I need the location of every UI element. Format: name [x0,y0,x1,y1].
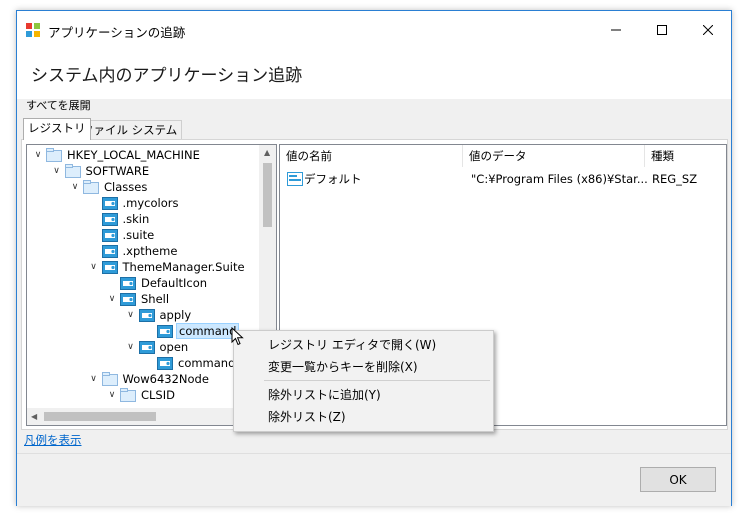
menu-separator [264,380,490,381]
scroll-left-icon[interactable]: ◀ [31,412,37,421]
menu-item-open-in-regedit[interactable]: レジストリ エディタで開く(W) [235,334,492,356]
tree-node-label: DefaultIcon [141,276,208,290]
header-panel: システム内のアプリケーション追跡 [17,49,731,99]
tree-node-label: Shell [141,292,170,306]
registry-key-icon [138,309,155,322]
tree-node-label: Classes [104,180,148,194]
footer-bar: OK [17,453,731,506]
tab-registry[interactable]: レジストリ [23,118,91,140]
chevron-down-icon[interactable]: ∨ [89,371,99,387]
registry-key-icon [157,357,173,370]
chevron-down-icon[interactable]: ∨ [89,259,99,275]
menu-item-exclusion-list[interactable]: 除外リスト(Z) [235,406,492,428]
tree-node[interactable]: .suite [27,227,259,243]
tree-vertical-scroll-thumb[interactable] [263,163,272,227]
expand-all-button[interactable]: すべてを展開 [26,97,91,113]
tree-node-label: .suite [122,228,155,242]
tree-node[interactable]: ∨ ThemeManager.Suite [27,259,259,275]
tree-node[interactable]: ∨ apply [27,307,259,323]
registry-key-icon [101,245,118,258]
tree-horizontal-scrollbar[interactable]: ◀ [27,408,259,425]
tree-node-label: open [159,340,189,354]
tree-node-label: .skin [122,212,150,226]
tree-node[interactable]: ∨ open [27,339,259,355]
registry-key-icon [120,277,136,290]
tree-node-label: CLSID [141,388,175,402]
registry-key-icon [101,261,118,274]
registry-folder-icon [46,148,62,162]
registry-key-icon [101,229,118,242]
tree-node[interactable]: ∨ SOFTWARE [27,163,259,179]
registry-key-icon [138,341,155,354]
chevron-down-icon[interactable]: ∨ [126,339,136,355]
close-icon [703,25,713,35]
tree-node[interactable]: .mycolors [27,195,259,211]
chevron-down-icon[interactable]: ∨ [107,291,117,307]
chevron-down-icon[interactable]: ∨ [70,179,80,195]
menu-item-add-to-exclusions[interactable]: 除外リストに追加(Y) [235,384,492,406]
title-bar: アプリケーションの追跡 [17,11,731,49]
close-button[interactable] [685,11,731,49]
minimize-button[interactable] [593,11,639,49]
context-menu: レジストリ エディタで開く(W) 変更一覧からキーを削除(X) 除外リストに追加… [233,330,494,432]
registry-folder-icon [64,164,81,178]
registry-folder-icon [101,372,118,386]
tree-horizontal-scroll-thumb[interactable] [44,412,156,421]
registry-key-icon [101,213,118,226]
tree-node[interactable]: ∨ Wow6432Node [27,371,259,387]
chevron-down-icon[interactable]: ∨ [107,387,117,403]
tree-node-label: SOFTWARE [85,164,150,178]
app-icon [26,23,40,37]
tree-node[interactable]: ∨ CLSID [27,387,259,403]
minimize-icon [611,29,621,31]
tree-node-label: .mycolors [122,196,179,210]
string-value-icon [287,172,303,186]
menu-item-remove-key[interactable]: 変更一覧からキーを削除(X) [235,356,492,378]
tree-node[interactable]: ∨ Shell [27,291,259,307]
registry-key-icon [120,293,136,306]
chevron-down-icon[interactable]: ∨ [33,147,43,163]
tree-node[interactable]: command [27,323,259,339]
column-header-data[interactable]: 値のデータ [463,145,645,167]
registry-folder-icon [120,388,136,402]
chevron-down-icon[interactable]: ∨ [126,307,136,323]
tree-node-label: .xptheme [122,244,178,258]
tree-node-label: command [176,323,240,339]
tree-node-label: ThemeManager.Suite [122,260,245,274]
tree-node-label: apply [159,308,192,322]
tree-node-label: command [178,356,236,370]
tree-node-label: Wow6432Node [122,372,209,386]
mouse-cursor-icon [231,327,244,346]
scroll-up-icon[interactable]: ▲ [264,148,270,157]
value-data-cell: "C:¥Program Files (x86)¥Star... [471,172,648,186]
column-header-type[interactable]: 種類 [645,145,726,167]
registry-key-icon [157,325,173,338]
tree-node[interactable]: DefaultIcon [27,275,259,291]
tab-file-system[interactable]: ファイル システム [77,120,183,139]
value-name-cell: デフォルト [304,172,362,186]
maximize-icon [657,25,667,35]
registry-folder-icon [83,180,99,194]
tree-node-label: HKEY_LOCAL_MACHINE [67,148,200,162]
value-type-cell: REG_SZ [652,172,698,186]
tree-node[interactable]: command [27,355,259,371]
tree-node[interactable]: .skin [27,211,259,227]
maximize-button[interactable] [639,11,685,49]
tree-node[interactable]: ∨ Classes [27,179,259,195]
page-heading: システム内のアプリケーション追跡 [31,66,303,86]
show-legend-link[interactable]: 凡例を表示 [24,432,82,448]
tree-node[interactable]: ∨ HKEY_LOCAL_MACHINE [27,147,259,163]
chevron-down-icon[interactable]: ∨ [52,163,62,179]
tree-node[interactable]: .xptheme [27,243,259,259]
registry-key-icon [101,197,118,210]
window-title: アプリケーションの追跡 [48,25,186,40]
column-header-name[interactable]: 値の名前 [280,145,463,167]
ok-button[interactable]: OK [640,467,716,492]
